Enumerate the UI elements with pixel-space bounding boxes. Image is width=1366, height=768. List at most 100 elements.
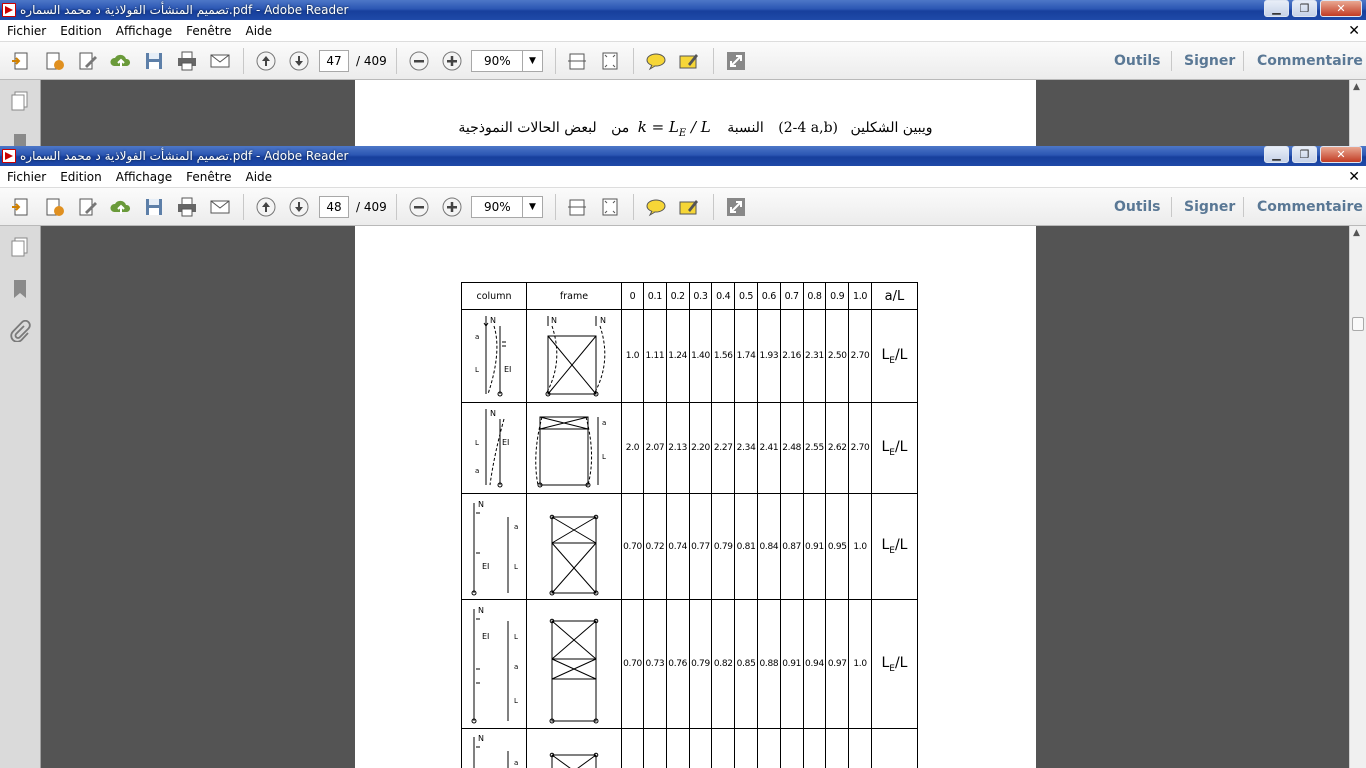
comment-icon[interactable] [644,50,668,72]
maximize-button[interactable]: ❐ [1292,0,1317,17]
comment-icon[interactable] [644,196,668,218]
edit-icon[interactable] [76,50,100,72]
menu-fichier[interactable]: Fichier [0,20,53,42]
document-area[interactable]: من لبعض الحالات النموذجية k = LE / L الن… [42,80,1366,146]
fit-width-icon[interactable] [565,196,589,218]
table-cell: 1.40 [688,309,713,403]
fullscreen-icon[interactable] [724,50,748,72]
sign-pane-button[interactable]: Signer [1184,188,1235,226]
edit-icon[interactable] [76,196,100,218]
header-value: 0.6 [756,282,781,310]
reader-window-front[interactable]: تصميم المنشأت الفولاذية د محمد السماره.p… [0,146,1366,768]
page-down-icon[interactable] [287,50,311,72]
svg-text:N: N [600,316,606,325]
convert-icon[interactable] [43,50,67,72]
tools-pane-button[interactable]: Outils [1114,188,1161,226]
highlight-icon[interactable] [677,196,701,218]
tools-pane-button[interactable]: Outils [1114,42,1161,80]
minimize-button[interactable]: ▁ [1264,146,1289,163]
document-area[interactable]: column frame 0 0.1 0.2 0.3 0.4 0.5 0.6 0… [42,226,1366,768]
pages-icon[interactable] [9,236,31,258]
close-document-icon[interactable]: ✕ [1348,166,1360,188]
vertical-scrollbar[interactable]: ▲ [1349,226,1366,768]
close-document-icon[interactable]: ✕ [1348,20,1360,42]
svg-text:L: L [475,439,479,447]
menu-fichier[interactable]: Fichier [0,166,53,188]
vertical-scrollbar[interactable]: ▲ [1349,80,1366,146]
header-value: 0.8 [802,282,827,310]
scroll-up-icon[interactable]: ▲ [1353,228,1360,238]
minimize-button[interactable]: ▁ [1264,0,1289,17]
window-title: تصميم المنشأت الفولاذية د محمد السماره.p… [20,3,349,17]
menu-affichage[interactable]: Affichage [109,166,179,188]
chevron-down-icon[interactable]: ▼ [522,51,542,71]
comment-pane-button[interactable]: Commentaire [1257,42,1363,80]
table-cell: 1.56 [711,309,736,403]
zoom-select[interactable]: 90% ▼ [471,50,543,72]
table-cell: 0.88 [756,599,781,729]
menu-fenetre[interactable]: Fenêtre [179,166,238,188]
convert-icon[interactable] [43,196,67,218]
upload-icon[interactable] [109,196,133,218]
print-icon[interactable] [175,50,199,72]
chevron-down-icon[interactable]: ▼ [522,197,542,217]
title-bar[interactable]: تصميم المنشأت الفولاذية د محمد السماره.p… [0,146,1366,166]
table-cell: 0.76 [665,599,690,729]
print-icon[interactable] [175,196,199,218]
reader-window-back[interactable]: تصميم المنشأت الفولاذية د محمد السماره.p… [0,0,1366,146]
save-icon[interactable] [142,196,166,218]
highlight-icon[interactable] [677,50,701,72]
comment-pane-button[interactable]: Commentaire [1257,188,1363,226]
fit-width-icon[interactable] [565,50,589,72]
svg-text:a: a [602,419,606,427]
svg-text:L: L [514,563,518,571]
save-icon[interactable] [142,50,166,72]
email-icon[interactable] [208,50,232,72]
page-number-input[interactable]: 47 [319,50,349,72]
svg-text:N: N [490,409,496,418]
page-number-input[interactable]: 48 [319,196,349,218]
zoom-in-icon[interactable] [440,50,464,72]
svg-text:N: N [478,606,484,615]
menu-fenetre[interactable]: Fenêtre [179,20,238,42]
page-down-icon[interactable] [287,196,311,218]
bookmarks-icon[interactable] [9,132,31,146]
ratio-label: LE/L [870,402,918,494]
create-pdf-icon[interactable] [9,196,33,218]
upload-icon[interactable] [109,50,133,72]
toolbar: 48 / 409 90% ▼ Outils Signer Commentaire [0,188,1366,226]
effective-length-table: column frame 0 0.1 0.2 0.3 0.4 0.5 0.6 0… [461,282,918,768]
table-cell: 1.24 [665,309,690,403]
zoom-in-icon[interactable] [440,196,464,218]
navigation-pane [0,226,41,768]
close-button[interactable]: ✕ [1320,146,1362,163]
create-pdf-icon[interactable] [9,50,33,72]
menu-affichage[interactable]: Affichage [109,20,179,42]
fit-page-icon[interactable] [598,196,622,218]
menu-aide[interactable]: Aide [239,166,280,188]
svg-text:a: a [514,663,518,671]
page-up-icon[interactable] [254,50,278,72]
table-cell: 2.34 [734,402,758,494]
scrollbar-thumb[interactable] [1352,317,1364,331]
maximize-button[interactable]: ❐ [1292,146,1317,163]
email-icon[interactable] [208,196,232,218]
pages-icon[interactable] [9,90,31,112]
sign-pane-button[interactable]: Signer [1184,42,1235,80]
fit-page-icon[interactable] [598,50,622,72]
page-up-icon[interactable] [254,196,278,218]
zoom-select[interactable]: 90% ▼ [471,196,543,218]
close-button[interactable]: ✕ [1320,0,1362,17]
zoom-out-icon[interactable] [407,50,431,72]
menu-aide[interactable]: Aide [239,20,280,42]
fullscreen-icon[interactable] [724,196,748,218]
svg-text:L: L [602,453,606,461]
table-cell: 2.13 [665,402,690,494]
title-bar[interactable]: تصميم المنشأت الفولاذية د محمد السماره.p… [0,0,1366,20]
bookmarks-icon[interactable] [9,278,31,300]
menu-edition[interactable]: Edition [53,20,109,42]
svg-text:N: N [551,316,557,325]
menu-edition[interactable]: Edition [53,166,109,188]
attachment-icon[interactable] [9,319,31,343]
zoom-out-icon[interactable] [407,196,431,218]
